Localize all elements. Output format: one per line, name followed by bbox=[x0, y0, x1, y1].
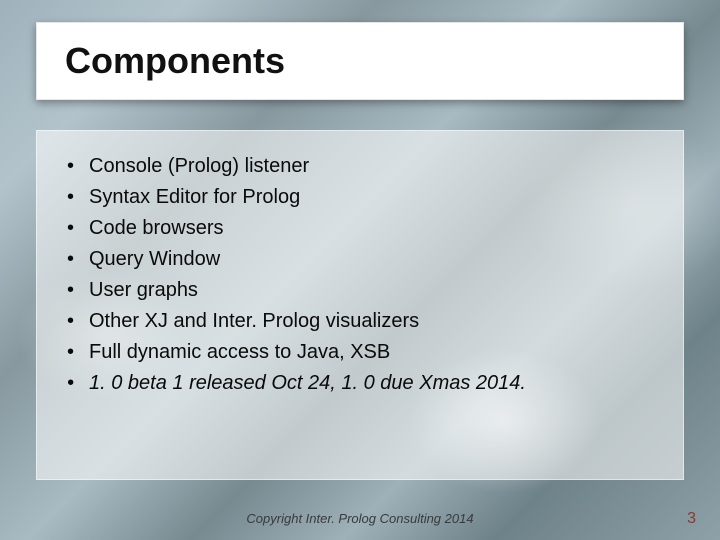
bullet-text: Code browsers bbox=[89, 217, 224, 239]
list-item: Console (Prolog) listener bbox=[61, 151, 659, 182]
list-item: Other XJ and Inter. Prolog visualizers bbox=[61, 306, 659, 337]
content-box: Console (Prolog) listener Syntax Editor … bbox=[36, 130, 684, 480]
list-item: User graphs bbox=[61, 275, 659, 306]
bullet-text: Query Window bbox=[89, 248, 220, 270]
list-item: 1. 0 beta 1 released Oct 24, 1. 0 due Xm… bbox=[61, 368, 659, 399]
slide: Components Console (Prolog) listener Syn… bbox=[0, 0, 720, 540]
list-item: Syntax Editor for Prolog bbox=[61, 182, 659, 213]
bullet-list: Console (Prolog) listener Syntax Editor … bbox=[61, 151, 659, 399]
bullet-text: Other XJ and Inter. Prolog visualizers bbox=[89, 310, 419, 332]
bullet-text: Full dynamic access to Java, XSB bbox=[89, 341, 390, 363]
bullet-text: User graphs bbox=[89, 279, 198, 301]
slide-title: Components bbox=[65, 40, 285, 82]
list-item: Code browsers bbox=[61, 213, 659, 244]
footer-copyright: Copyright Inter. Prolog Consulting 2014 bbox=[0, 511, 720, 526]
title-bar: Components bbox=[36, 22, 684, 100]
bullet-text: 1. 0 beta 1 released Oct 24, 1. 0 due Xm… bbox=[89, 372, 526, 394]
page-number: 3 bbox=[687, 510, 696, 528]
list-item: Full dynamic access to Java, XSB bbox=[61, 337, 659, 368]
bullet-text: Syntax Editor for Prolog bbox=[89, 186, 300, 208]
list-item: Query Window bbox=[61, 244, 659, 275]
bullet-text: Console (Prolog) listener bbox=[89, 155, 309, 177]
